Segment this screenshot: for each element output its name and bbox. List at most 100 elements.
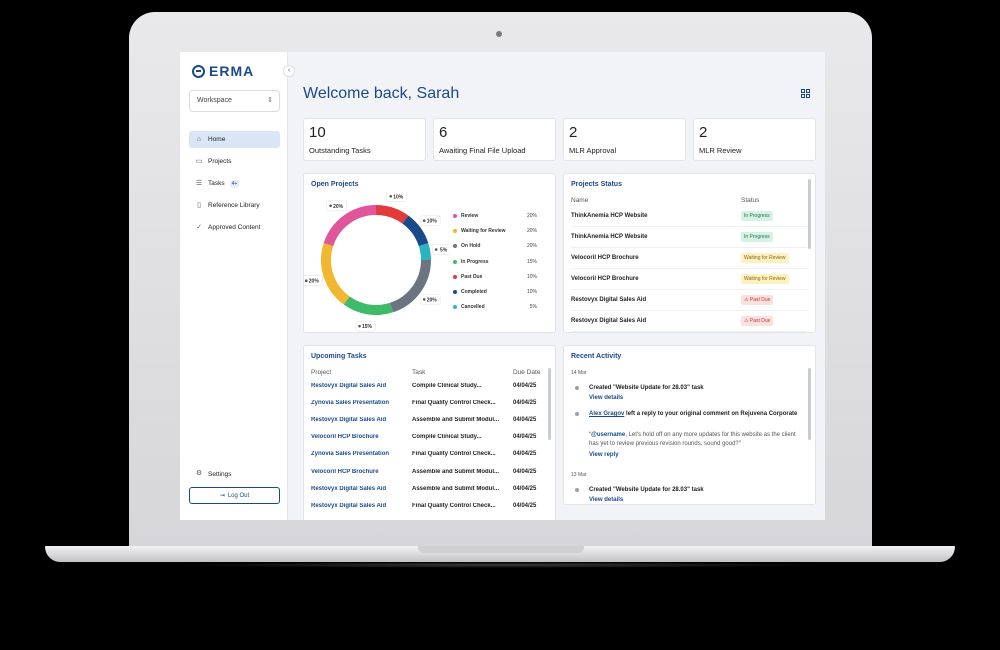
table-row[interactable]: ThinkAnemia HCP Website In Progress	[571, 206, 807, 227]
legend-percent: 15%	[526, 258, 537, 265]
table-row[interactable]: Restovyx Digital Sales Aid Assemble and S…	[311, 411, 543, 428]
status-badge: ⚠ Past Due	[741, 295, 774, 305]
project-link[interactable]: Velocoril HCP Brochure	[311, 434, 412, 440]
stat-label: MLR Review	[699, 146, 742, 155]
column-header-status: Status	[741, 197, 760, 204]
collapse-sidebar-button[interactable]: ‹	[283, 65, 295, 77]
activity-text: Alex Gragov left a reply to your origina…	[589, 410, 804, 419]
workspace-placeholder: Workspace	[197, 97, 232, 104]
scrollbar[interactable]	[808, 368, 811, 440]
project-link[interactable]: Velocoril HCP Brochure	[311, 469, 412, 475]
table-row[interactable]: Restovyx Digital Sales Aid Compile Clinic…	[311, 377, 543, 394]
table-row[interactable]: Restovyx Digital Sales Aid Assemble and S…	[311, 480, 543, 497]
project-link[interactable]: Restovyx Digital Sales Aid	[311, 503, 412, 509]
due-date: 04/04/25	[513, 416, 537, 423]
legend-dot-icon	[453, 259, 457, 264]
sidebar-nav: ⌂ Home ▭ Projects ☰ Tasks 4+ ▯ Reference…	[189, 131, 280, 241]
project-link[interactable]: Restovyx Digital Sales Aid	[311, 383, 412, 389]
table-row[interactable]: Velocoril HCP Brochure Waiting for Review	[571, 248, 807, 269]
table-row[interactable]: Zynovia Sales Presentation Final Quality …	[311, 394, 543, 411]
scrollbar[interactable]	[548, 368, 551, 440]
table-row[interactable]: Restovyx Digital Sales Aid Final Quality …	[311, 497, 543, 514]
status-badge: Waiting for Review	[741, 274, 789, 284]
project-name: Restovyx Digital Sales Aid	[571, 318, 647, 324]
stat-card-mlr-approval[interactable]: 2 MLR Approval	[563, 118, 686, 161]
logo-text: ERMA	[209, 63, 255, 79]
grid-view-icon[interactable]	[801, 89, 810, 98]
table-row[interactable]: Restovyx Digital Sales Aid ⚠ Past Due	[571, 290, 807, 311]
project-link[interactable]: Restovyx Digital Sales Aid	[311, 486, 412, 492]
bullet-icon	[575, 386, 579, 390]
card-title: Upcoming Tasks	[311, 353, 367, 360]
task-name: Final Quality Control Check...	[412, 502, 496, 509]
due-date: 04/04/25	[513, 399, 537, 406]
status-badge: In Progress	[741, 211, 773, 221]
stat-card-outstanding-tasks[interactable]: 10 Outstanding Tasks	[303, 118, 426, 161]
legend-label: On Hold	[461, 243, 481, 250]
workspace-select[interactable]: Workspace ⇕	[189, 90, 280, 112]
task-name: Assemble and Submit Modul...	[412, 485, 500, 492]
logo[interactable]: ERMA	[192, 63, 254, 79]
table-row[interactable]: Velocoril HCP Brochure Compile Clinical S…	[311, 429, 543, 446]
project-name: Velocoril HCP Brochure	[571, 276, 639, 282]
scrollbar[interactable]	[808, 179, 811, 249]
sidebar-item-projects[interactable]: ▭ Projects	[189, 153, 280, 170]
table-row[interactable]: Velocoril HCP Brochure Assemble and Submi…	[311, 463, 543, 480]
legend-item: Cancelled 5%	[453, 300, 537, 315]
callout-label: 15%	[362, 324, 373, 330]
sidebar-item-approved-content[interactable]: ✓ Approved Content	[189, 219, 280, 236]
legend-percent: 5%	[529, 304, 537, 311]
legend-item: Past Due 10%	[453, 269, 537, 284]
table-row[interactable]: Zynovia Sales Presentation Final Quality …	[311, 446, 543, 463]
donut-segment	[418, 243, 431, 261]
legend-label: Past Due	[461, 273, 483, 280]
donut-chart: 10% 10% 5% 20% 15% 20% 20%	[304, 192, 449, 332]
project-link[interactable]: Restovyx Digital Sales Aid	[311, 417, 412, 423]
status-badge: ⚠ Past Due	[741, 316, 774, 326]
logout-button[interactable]: ⇥ Log Out	[189, 487, 280, 504]
table-row[interactable]: ThinkAnemia HCP Website In Progress	[571, 227, 807, 248]
status-text: Waiting for Review	[744, 255, 786, 261]
project-link[interactable]: Zynovia Sales Presentation	[311, 451, 412, 457]
due-date: 04/04/25	[513, 451, 537, 458]
view-reply-link[interactable]: View reply	[589, 452, 619, 458]
tasks-badge: 4+	[229, 179, 240, 188]
legend-item: Review 20%	[453, 208, 537, 223]
donut-segment	[343, 296, 393, 315]
table-row[interactable]: Velocoril HCP Brochure Waiting for Review	[571, 269, 807, 290]
legend-percent: 10%	[526, 289, 537, 296]
activity-date: 13 Mar	[571, 472, 587, 478]
sidebar-item-tasks[interactable]: ☰ Tasks 4+	[189, 175, 280, 192]
legend-percent: 10%	[526, 273, 537, 280]
view-details-link[interactable]: View details	[589, 395, 623, 401]
sidebar-item-reference-library[interactable]: ▯ Reference Library	[189, 197, 280, 214]
status-text: Past Due	[749, 297, 771, 303]
user-link[interactable]: Alex Gragov	[589, 411, 624, 417]
project-link[interactable]: Zynovia Sales Presentation	[311, 400, 412, 406]
table-row[interactable]: Restovyx Digital Sales Aid ⚠ Past Due	[571, 311, 807, 332]
bullet-icon	[575, 488, 579, 492]
legend-label: Completed	[461, 289, 487, 296]
task-name: Compile Clinical Study...	[412, 382, 482, 389]
open-projects-card: Open Projects 10% 10% 5% 20% 15% 20% 20% Revie…	[303, 173, 556, 333]
mention-link[interactable]: @username	[591, 432, 625, 438]
sidebar-item-home[interactable]: ⌂ Home	[189, 131, 280, 148]
legend-dot-icon	[453, 244, 457, 249]
task-name: Final Quality Control Check...	[412, 399, 496, 406]
view-details-link[interactable]: View details	[589, 497, 623, 503]
status-badge: Waiting for Review	[741, 253, 789, 263]
stat-card-mlr-review[interactable]: 2 MLR Review	[693, 118, 816, 161]
logout-label: Log Out	[227, 492, 250, 499]
settings-label: Settings	[208, 470, 232, 478]
card-title: Open Projects	[311, 181, 359, 188]
callout-dot	[358, 324, 361, 328]
stat-card-awaiting-final-file[interactable]: 6 Awaiting Final File Upload	[433, 118, 556, 161]
project-name: ThinkAnemia HCP Website	[571, 213, 648, 219]
donut-callout: 5%	[431, 244, 449, 255]
legend-label: Review	[461, 212, 479, 219]
sidebar-item-settings[interactable]: ⚙ Settings	[195, 470, 232, 478]
sidebar-item-label: Tasks	[208, 180, 225, 187]
donut-segment	[323, 205, 377, 247]
task-name: Assemble and Submit Modul...	[412, 468, 500, 475]
callout-dot	[434, 248, 438, 251]
